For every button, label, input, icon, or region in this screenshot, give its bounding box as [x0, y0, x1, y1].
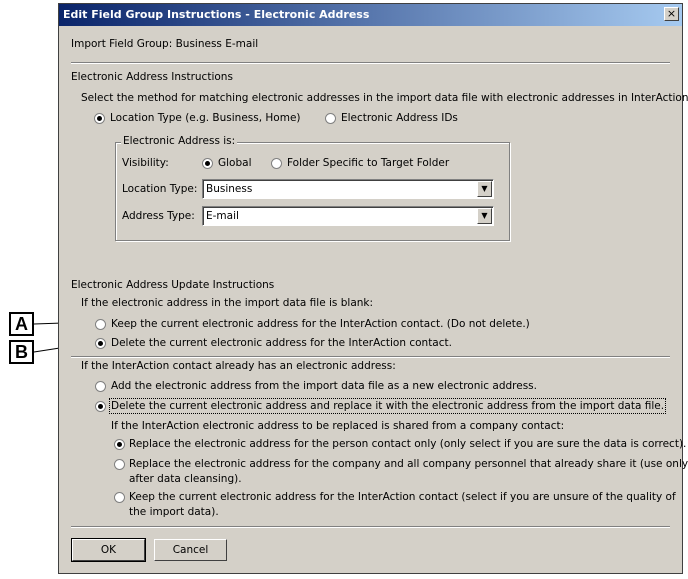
title-bar: Edit Field Group Instructions - Electron… — [59, 4, 682, 26]
radio-keep-interaction[interactable] — [114, 492, 125, 503]
radio-folder-specific[interactable] — [271, 158, 282, 169]
radio-folder-specific-label[interactable]: Folder Specific to Target Folder — [287, 157, 449, 169]
edit-field-group-dialog: Edit Field Group Instructions - Electron… — [58, 3, 688, 574]
cancel-button[interactable]: Cancel — [154, 539, 227, 561]
radio-global-label[interactable]: Global — [218, 157, 252, 169]
radio-delete-current[interactable] — [95, 338, 106, 349]
shared-prompt: If the InterAction electronic address to… — [111, 420, 565, 432]
import-field-group-label: Import Field Group: Business E-mail — [71, 38, 259, 50]
separator-top — [71, 62, 670, 64]
radio-address-ids-label[interactable]: Electronic Address IDs — [341, 112, 458, 124]
separator-middle — [71, 356, 670, 358]
radio-delete-replace[interactable] — [95, 401, 106, 412]
chevron-down-icon[interactable]: ▼ — [477, 181, 492, 197]
address-type-select[interactable]: E-mail ▼ — [202, 206, 494, 226]
radio-global[interactable] — [202, 158, 213, 169]
radio-add-new-label[interactable]: Add the electronic address from the impo… — [111, 380, 537, 392]
radio-replace-company[interactable] — [114, 459, 125, 470]
address-type-label: Address Type: — [122, 210, 195, 222]
radio-location-type-label[interactable]: Location Type (e.g. Business, Home) — [110, 112, 301, 124]
address-type-value: E-mail — [206, 210, 239, 222]
radio-replace-company-label-line1[interactable]: Replace the electronic address for the c… — [129, 458, 688, 470]
visibility-label: Visibility: — [122, 157, 169, 169]
radio-add-new[interactable] — [95, 381, 106, 392]
window-title: Edit Field Group Instructions - Electron… — [63, 8, 370, 21]
radio-delete-current-label[interactable]: Delete the current electronic address fo… — [111, 337, 452, 349]
radio-replace-person[interactable] — [114, 439, 125, 450]
radio-keep-interaction-label-line1[interactable]: Keep the current electronic address for … — [129, 491, 676, 503]
ok-button[interactable]: OK — [71, 538, 146, 562]
radio-keep-current[interactable] — [95, 319, 106, 330]
radio-keep-interaction-label-line2[interactable]: the import data). — [129, 506, 219, 518]
radio-location-type[interactable] — [94, 113, 105, 124]
location-type-select[interactable]: Business ▼ — [202, 179, 494, 199]
existing-prompt: If the InterAction contact already has a… — [81, 360, 396, 372]
radio-address-ids[interactable] — [325, 113, 336, 124]
update-heading: Electronic Address Update Instructions — [71, 279, 275, 291]
location-type-value: Business — [206, 183, 253, 195]
instructions-description: Select the method for matching electroni… — [81, 92, 688, 104]
radio-delete-replace-label[interactable]: Delete the current electronic address an… — [108, 398, 667, 414]
chevron-down-icon[interactable]: ▼ — [477, 208, 492, 224]
location-type-label: Location Type: — [122, 183, 198, 195]
close-button[interactable]: × — [664, 7, 679, 21]
instructions-heading: Electronic Address Instructions — [71, 71, 233, 83]
radio-replace-company-label-line2[interactable]: after data cleansing). — [129, 473, 242, 485]
blank-prompt: If the electronic address in the import … — [81, 297, 374, 309]
separator-bottom — [71, 526, 670, 528]
radio-keep-current-label[interactable]: Keep the current electronic address for … — [111, 318, 530, 330]
address-group-legend: Electronic Address is: — [121, 135, 238, 147]
radio-replace-person-label[interactable]: Replace the electronic address for the p… — [129, 438, 686, 450]
